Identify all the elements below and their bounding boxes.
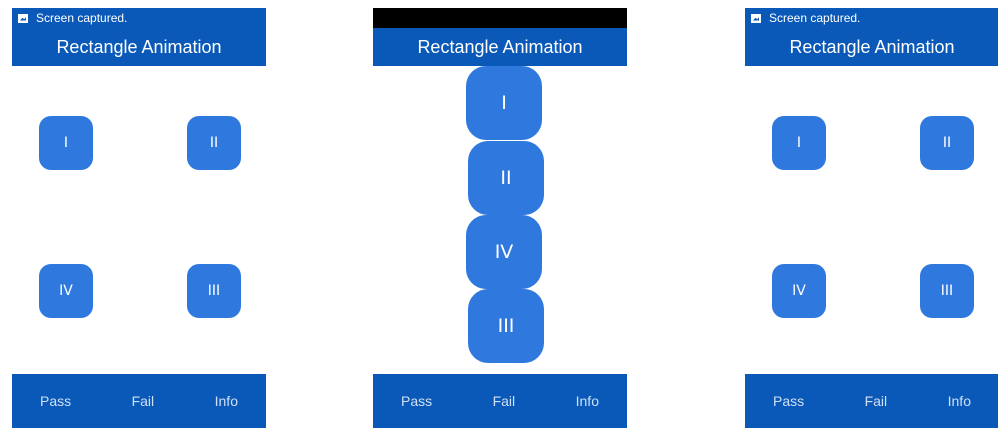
fail-button[interactable]: Fail (493, 393, 516, 409)
rectangle-one[interactable]: I (772, 116, 826, 170)
app-title-bar: Rectangle Animation (745, 28, 998, 66)
rectangle-three[interactable]: III (920, 264, 974, 318)
rectangle-one[interactable]: I (466, 66, 542, 140)
app-title: Rectangle Animation (417, 36, 583, 57)
animation-area: I II IV III (745, 66, 998, 374)
rectangle-three[interactable]: III (187, 264, 241, 318)
rectangle-two[interactable]: II (187, 116, 241, 170)
screen-panel-2: Rectangle Animation I II IV III Pass Fai… (373, 8, 627, 428)
status-message: Screen captured. (36, 11, 128, 25)
screen-panel-3: Screen captured. Rectangle Animation I I… (745, 8, 998, 428)
screenshot-icon (751, 13, 761, 23)
status-bar (373, 8, 627, 28)
info-button[interactable]: Info (948, 393, 971, 409)
status-message: Screen captured. (769, 11, 861, 25)
screenshot-stage: Screen captured. Rectangle Animation I I… (0, 0, 998, 428)
fail-button[interactable]: Fail (132, 393, 155, 409)
rectangle-three[interactable]: III (468, 289, 544, 363)
rectangle-four[interactable]: IV (466, 215, 542, 289)
app-title-bar: Rectangle Animation (373, 28, 627, 66)
animation-area: I II IV III (12, 66, 266, 374)
info-button[interactable]: Info (576, 393, 599, 409)
animation-area: I II IV III (373, 66, 627, 374)
app-title: Rectangle Animation (789, 36, 955, 57)
status-bar: Screen captured. (745, 8, 998, 28)
screen-panel-1: Screen captured. Rectangle Animation I I… (12, 8, 266, 428)
status-bar: Screen captured. (12, 8, 266, 28)
rectangle-four[interactable]: IV (39, 264, 93, 318)
rectangle-two[interactable]: II (920, 116, 974, 170)
rectangle-four[interactable]: IV (772, 264, 826, 318)
fail-button[interactable]: Fail (865, 393, 888, 409)
pass-button[interactable]: Pass (773, 393, 804, 409)
app-title-bar: Rectangle Animation (12, 28, 266, 66)
screenshot-icon (18, 13, 28, 23)
pass-button[interactable]: Pass (40, 393, 71, 409)
info-button[interactable]: Info (215, 393, 238, 409)
bottom-bar: Pass Fail Info (745, 374, 998, 428)
bottom-bar: Pass Fail Info (12, 374, 266, 428)
bottom-bar: Pass Fail Info (373, 374, 627, 428)
app-title: Rectangle Animation (56, 36, 222, 57)
rectangle-two[interactable]: II (468, 141, 544, 215)
pass-button[interactable]: Pass (401, 393, 432, 409)
rectangle-one[interactable]: I (39, 116, 93, 170)
